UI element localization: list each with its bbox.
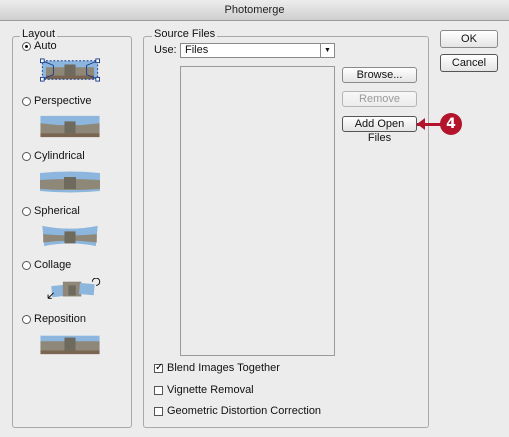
cylindrical-preview-image (40, 171, 100, 193)
geometric-distortion-checkbox-row[interactable]: Geometric Distortion Correction (154, 405, 321, 417)
reposition-radio[interactable] (22, 314, 31, 324)
layout-option-cylindrical[interactable]: Cylindrical (22, 150, 85, 162)
auto-preview-image (40, 58, 100, 82)
callout-arrowhead (417, 118, 425, 130)
spherical-radio[interactable] (22, 206, 31, 216)
callout-number-badge: 4 (440, 113, 462, 135)
perspective-label: Perspective (34, 95, 92, 107)
spherical-preview-image (42, 225, 98, 247)
use-label: Use: (154, 44, 177, 56)
source-files-list[interactable] (180, 66, 335, 356)
spherical-label: Spherical (34, 205, 80, 217)
remove-button[interactable]: Remove (342, 91, 417, 107)
use-select[interactable]: Files ▼ (180, 43, 335, 58)
collage-radio[interactable] (22, 260, 31, 270)
layout-option-auto[interactable]: Auto (22, 40, 57, 52)
vignette-removal-label: Vignette Removal (167, 384, 254, 396)
cancel-button[interactable]: Cancel (440, 54, 498, 72)
collage-preview-image (47, 278, 101, 299)
source-files-legend: Source Files (152, 28, 218, 40)
blend-images-checkbox-row[interactable]: Blend Images Together (154, 362, 280, 374)
blend-images-label: Blend Images Together (167, 362, 280, 374)
ok-button[interactable]: OK (440, 30, 498, 48)
add-open-files-button[interactable]: Add Open Files (342, 116, 417, 144)
chevron-down-icon: ▼ (320, 44, 334, 57)
use-select-value: Files (185, 44, 209, 56)
reposition-label: Reposition (34, 313, 86, 325)
vignette-removal-checkbox[interactable] (154, 385, 163, 395)
layout-option-spherical[interactable]: Spherical (22, 205, 80, 217)
auto-radio[interactable] (22, 41, 31, 51)
window-title: Photomerge (0, 0, 509, 21)
perspective-preview-image (40, 115, 100, 138)
layout-option-collage[interactable]: Collage (22, 259, 71, 271)
browse-button[interactable]: Browse... (342, 67, 417, 83)
reposition-preview-image (40, 335, 100, 355)
cylindrical-label: Cylindrical (34, 150, 85, 162)
geometric-distortion-label: Geometric Distortion Correction (167, 405, 322, 417)
collage-label: Collage (34, 259, 72, 271)
layout-option-perspective[interactable]: Perspective (22, 95, 91, 107)
blend-images-checkbox[interactable] (154, 362, 163, 373)
cylindrical-radio[interactable] (22, 151, 31, 161)
auto-label: Auto (34, 40, 57, 52)
vignette-removal-checkbox-row[interactable]: Vignette Removal (154, 384, 254, 396)
perspective-radio[interactable] (22, 96, 31, 106)
geometric-distortion-checkbox[interactable] (154, 406, 163, 416)
layout-option-reposition[interactable]: Reposition (22, 313, 86, 325)
layout-legend: Layout (20, 28, 58, 40)
